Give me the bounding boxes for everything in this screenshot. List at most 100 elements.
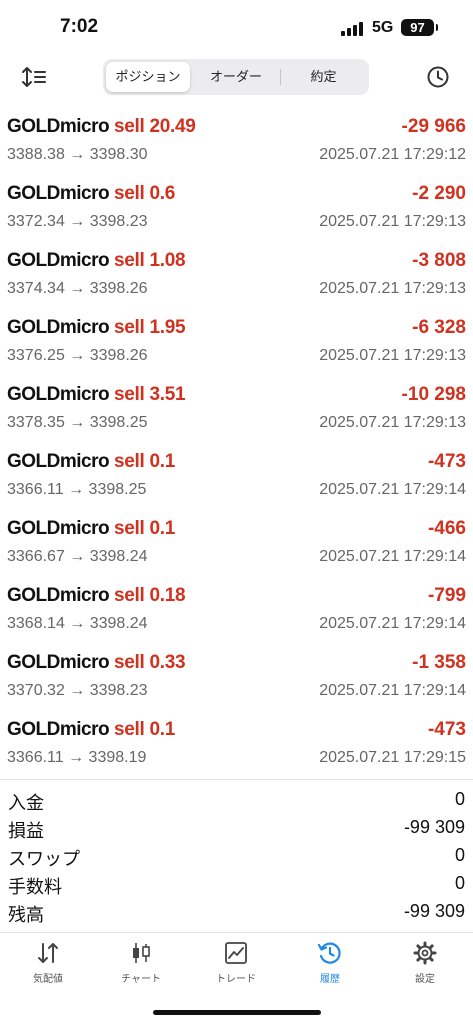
- tab-deals[interactable]: 約定: [281, 62, 366, 92]
- summary-row-commission: 手数料 0: [0, 870, 473, 898]
- close-price: 3398.25: [88, 481, 147, 498]
- list-item[interactable]: GOLDmicro sell 0.1 -473 3366.11 → 3398.1…: [0, 713, 473, 780]
- deal-prices: 3374.34 → 3398.26: [7, 280, 148, 297]
- tab-quotes[interactable]: 気配値: [8, 941, 88, 991]
- deal-symbol: GOLDmicro: [7, 585, 110, 606]
- deal-side: sell 0.1: [114, 451, 175, 472]
- deal-profit: -799: [427, 585, 466, 606]
- summary-label: 損益: [8, 821, 44, 841]
- tab-label: 履歴: [320, 974, 340, 985]
- deal-side: sell 1.08: [114, 250, 186, 271]
- deal-profit: -466: [427, 518, 466, 539]
- deal-side: sell 0.1: [114, 719, 175, 740]
- list-item[interactable]: GOLDmicro sell 1.95 -6 328 3376.25 → 339…: [0, 311, 473, 378]
- deal-symbol: GOLDmicro: [7, 250, 110, 271]
- deal-profit: -1 358: [412, 652, 466, 673]
- list-item[interactable]: GOLDmicro sell 1.08 -3 808 3374.34 → 339…: [0, 244, 473, 311]
- tab-trade[interactable]: トレード: [196, 941, 276, 991]
- list-item[interactable]: GOLDmicro sell 0.1 -466 3366.67 → 3398.2…: [0, 512, 473, 579]
- status-bar: 7:02 5G 97: [0, 0, 473, 56]
- deal-side: sell 20.49: [114, 116, 196, 137]
- close-price: 3398.24: [89, 615, 148, 632]
- close-price: 3398.19: [88, 749, 147, 766]
- deal-profit: -473: [427, 719, 466, 740]
- close-price: 3398.26: [89, 347, 148, 364]
- open-price: 3366.11: [7, 481, 64, 498]
- deal-prices: 3370.32 → 3398.23: [7, 682, 148, 699]
- deal-prices: 3368.14 → 3398.24: [7, 615, 148, 632]
- tab-history[interactable]: 履歴: [290, 941, 370, 991]
- candlestick-icon: [133, 943, 150, 963]
- deal-time: 2025.07.21 17:29:15: [319, 749, 466, 766]
- tab-positions[interactable]: ポジション: [106, 62, 190, 92]
- deal-time: 2025.07.21 17:29:13: [319, 414, 466, 431]
- tab-label: 設定: [415, 974, 435, 985]
- open-price: 3376.25: [7, 347, 65, 364]
- deal-profit: -10 298: [401, 384, 466, 405]
- deal-symbol: GOLDmicro: [7, 116, 110, 137]
- clock-icon[interactable]: [426, 65, 450, 89]
- deal-prices: 3388.38 → 3398.30: [7, 146, 148, 163]
- deal-side: sell 0.1: [114, 518, 175, 539]
- deal-prices: 3372.34 → 3398.23: [7, 213, 148, 230]
- deal-time: 2025.07.21 17:29:14: [319, 481, 466, 498]
- deal-side: sell 1.95: [114, 317, 186, 338]
- summary-label: 残高: [8, 905, 44, 925]
- deal-profit: -2 290: [412, 183, 466, 204]
- deal-prices: 3366.11 → 3398.25: [7, 481, 147, 498]
- summary-panel: 入金 0 損益 -99 309 スワップ 0 手数料 0 残高 -99 309: [0, 779, 473, 925]
- deal-time: 2025.07.21 17:29:14: [319, 548, 466, 565]
- close-price: 3398.23: [89, 682, 148, 699]
- deal-prices: 3376.25 → 3398.26: [7, 347, 148, 364]
- deal-profit: -473: [427, 451, 466, 472]
- deal-time: 2025.07.21 17:29:12: [319, 146, 466, 163]
- close-price: 3398.30: [89, 146, 148, 163]
- list-item[interactable]: GOLDmicro sell 3.51 -10 298 3378.35 → 33…: [0, 378, 473, 445]
- deal-symbol: GOLDmicro: [7, 183, 110, 204]
- list-item[interactable]: GOLDmicro sell 0.18 -799 3368.14 → 3398.…: [0, 579, 473, 646]
- close-price: 3398.26: [89, 280, 148, 297]
- sort-icon[interactable]: [20, 64, 48, 90]
- tab-settings[interactable]: 設定: [385, 941, 465, 991]
- deal-prices: 3378.35 → 3398.25: [7, 414, 148, 431]
- open-price: 3368.14: [7, 615, 65, 632]
- summary-row-deposit: 入金 0: [0, 786, 473, 814]
- tab-orders[interactable]: オーダー: [193, 62, 279, 92]
- summary-label: 手数料: [8, 877, 62, 897]
- deal-symbol: GOLDmicro: [7, 451, 110, 472]
- trade-chart-icon: [225, 942, 247, 964]
- deal-symbol: GOLDmicro: [7, 719, 110, 740]
- deal-time: 2025.07.21 17:29:14: [319, 615, 466, 632]
- summary-value: -99 309: [403, 817, 465, 837]
- summary-value: -99 309: [403, 901, 465, 921]
- deal-time: 2025.07.21 17:29:14: [319, 682, 466, 699]
- summary-row-balance: 残高 -99 309: [0, 898, 473, 926]
- summary-label: スワップ: [8, 849, 80, 869]
- status-time: 7:02: [60, 16, 99, 37]
- deal-time: 2025.07.21 17:29:13: [319, 280, 466, 297]
- deal-symbol: GOLDmicro: [7, 652, 110, 673]
- deal-side: sell 3.51: [114, 384, 186, 405]
- signal-icon: [341, 22, 365, 36]
- tab-chart[interactable]: チャート: [101, 941, 181, 991]
- open-price: 3378.35: [7, 414, 65, 431]
- deal-time: 2025.07.21 17:29:13: [319, 347, 466, 364]
- quotes-icon: [38, 943, 58, 963]
- close-price: 3398.24: [89, 548, 148, 565]
- summary-value: 0: [454, 873, 465, 893]
- summary-row-profit: 損益 -99 309: [0, 814, 473, 842]
- list-item[interactable]: GOLDmicro sell 0.6 -2 290 3372.34 → 3398…: [0, 177, 473, 244]
- deal-profit: -29 966: [401, 116, 466, 137]
- open-price: 3388.38: [7, 146, 65, 163]
- deal-symbol: GOLDmicro: [7, 384, 110, 405]
- list-item[interactable]: GOLDmicro sell 0.1 -473 3366.11 → 3398.2…: [0, 445, 473, 512]
- deal-side: sell 0.33: [114, 652, 186, 673]
- summary-label: 入金: [8, 793, 44, 813]
- history-icon: [317, 942, 341, 964]
- battery-icon: 97: [401, 19, 438, 36]
- deal-side: sell 0.18: [114, 585, 186, 606]
- deal-prices: 3366.11 → 3398.19: [7, 749, 147, 766]
- list-item[interactable]: GOLDmicro sell 0.33 -1 358 3370.32 → 339…: [0, 646, 473, 713]
- close-price: 3398.23: [89, 213, 148, 230]
- list-item[interactable]: GOLDmicro sell 20.49 -29 966 3388.38 → 3…: [0, 110, 473, 177]
